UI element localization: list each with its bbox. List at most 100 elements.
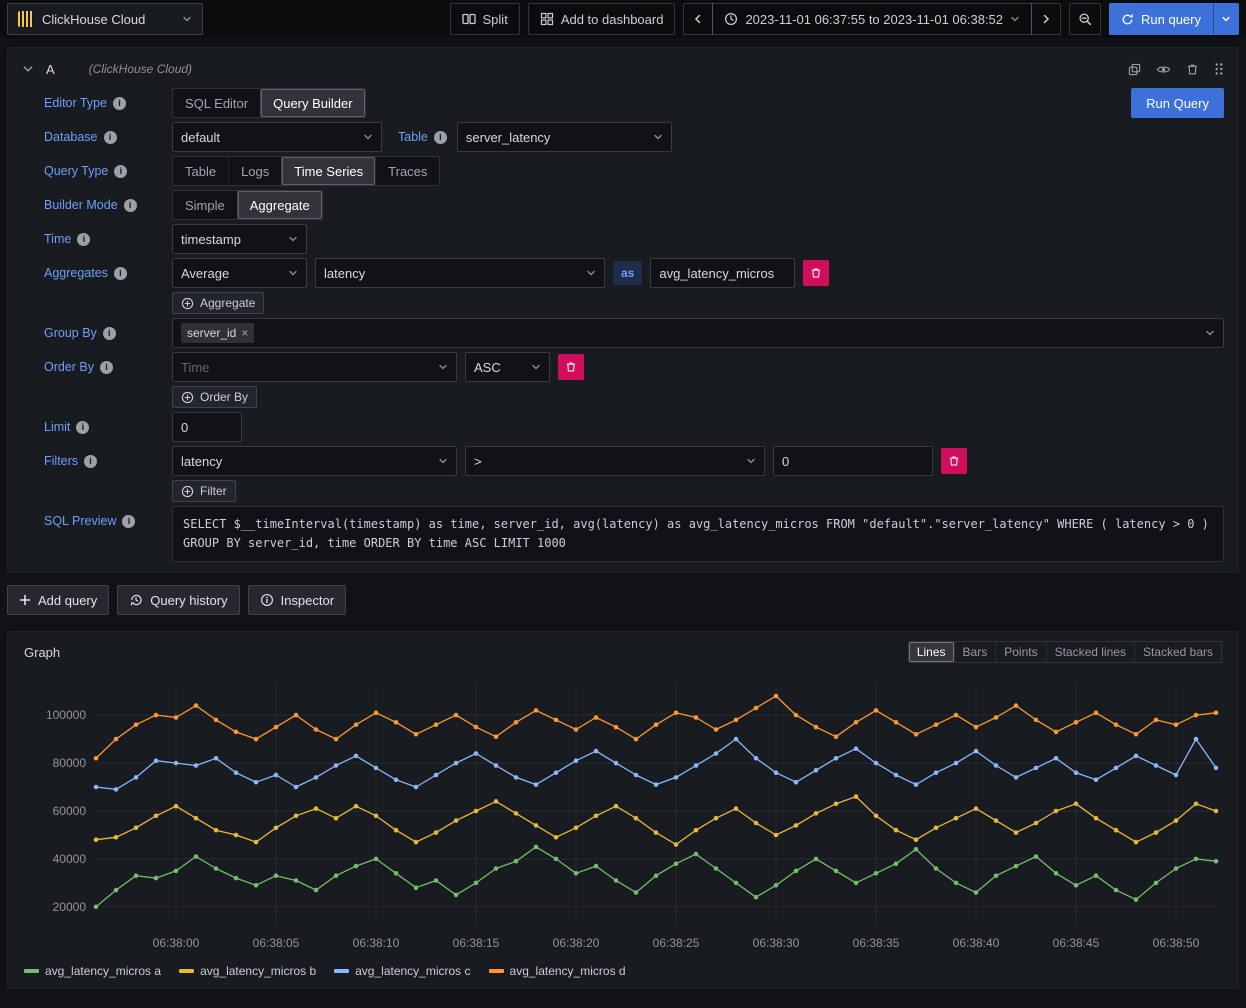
remove-filter-button[interactable] <box>941 448 967 474</box>
history-icon <box>129 593 143 607</box>
builder-mode-option-aggregate[interactable]: Aggregate <box>237 191 322 219</box>
group-by-label: Group By <box>44 326 164 340</box>
graph-style-option-stacked-lines[interactable]: Stacked lines <box>1046 642 1134 662</box>
add-filter-button[interactable]: Filter <box>172 480 236 502</box>
split-button[interactable]: Split <box>450 3 520 35</box>
add-query-button[interactable]: Add query <box>7 585 109 615</box>
group-by-select[interactable]: server_id <box>172 318 1224 348</box>
time-range-back-button[interactable] <box>683 3 713 35</box>
svg-text:06:38:30: 06:38:30 <box>753 936 800 950</box>
limit-input[interactable] <box>172 412 242 442</box>
info-icon[interactable] <box>122 515 135 528</box>
chevron-down-icon <box>288 234 298 244</box>
chevron-down-icon <box>288 268 298 278</box>
order-by-label: Order By <box>44 360 164 374</box>
info-icon[interactable] <box>100 361 113 374</box>
svg-text:20000: 20000 <box>53 900 87 914</box>
builder-mode-option-simple[interactable]: Simple <box>173 191 237 219</box>
table-select[interactable]: server_latency <box>457 122 672 152</box>
run-query-split-button: Run query <box>1109 3 1239 35</box>
info-icon[interactable] <box>114 165 127 178</box>
editor-run-query-button[interactable]: Run Query <box>1131 88 1224 118</box>
run-query-interval-dropdown[interactable] <box>1213 3 1239 35</box>
duplicate-query-button[interactable] <box>1128 63 1141 76</box>
time-range-forward-button[interactable] <box>1031 3 1061 35</box>
svg-text:06:38:20: 06:38:20 <box>553 936 600 950</box>
time-column-select[interactable]: timestamp <box>172 224 307 254</box>
aggregate-function-select[interactable]: Average <box>172 258 307 288</box>
info-icon[interactable] <box>113 97 126 110</box>
info-icon[interactable] <box>77 233 90 246</box>
info-icon[interactable] <box>114 267 127 280</box>
chevron-right-icon <box>1040 13 1052 25</box>
remove-order-by-button[interactable] <box>558 354 584 380</box>
graph-style-option-bars[interactable]: Bars <box>954 642 996 662</box>
query-row-label: A <box>46 62 55 77</box>
run-query-button[interactable]: Run query <box>1109 3 1213 35</box>
builder-mode-label: Builder Mode <box>44 198 164 212</box>
database-select[interactable]: default <box>172 122 382 152</box>
time-picker-group: 2023-11-01 06:37:55 to 2023-11-01 06:38:… <box>683 3 1061 35</box>
clock-icon <box>724 12 738 26</box>
info-icon[interactable] <box>124 199 137 212</box>
graph-panel: Graph LinesBarsPointsStacked linesStacke… <box>7 631 1239 989</box>
legend-series-name: avg_latency_micros b <box>200 964 316 978</box>
query-type-label: Query Type <box>44 164 164 178</box>
chevron-down-icon <box>438 456 448 466</box>
chevron-left-icon <box>692 13 704 25</box>
query-type-option-traces[interactable]: Traces <box>375 157 439 185</box>
order-by-column-select[interactable]: Time <box>172 352 457 382</box>
zoom-out-button[interactable] <box>1069 3 1101 35</box>
add-order-by-button[interactable]: Order By <box>172 386 257 408</box>
inspector-button[interactable]: Inspector <box>248 585 346 615</box>
aggregate-column-select[interactable]: latency <box>315 258 605 288</box>
graph-style-option-lines[interactable]: Lines <box>909 642 954 662</box>
query-history-button[interactable]: Query history <box>117 585 239 615</box>
info-icon[interactable] <box>76 421 89 434</box>
chart-legend: avg_latency_micros a avg_latency_micros b… <box>18 962 1228 984</box>
legend-item[interactable]: avg_latency_micros d <box>489 964 626 978</box>
chevron-down-icon <box>1205 328 1215 338</box>
legend-item[interactable]: avg_latency_micros a <box>24 964 161 978</box>
legend-series-name: avg_latency_micros c <box>355 964 470 978</box>
group-by-tag[interactable]: server_id <box>181 323 254 343</box>
remove-query-button[interactable] <box>1186 63 1199 76</box>
query-type-option-logs[interactable]: Logs <box>228 157 281 185</box>
svg-text:06:38:40: 06:38:40 <box>953 936 1000 950</box>
collapse-row-chevron-icon[interactable] <box>22 63 34 75</box>
add-aggregate-button[interactable]: Aggregate <box>172 292 264 314</box>
query-editor-panel: A (ClickHouse Cloud) Editor Type SQL Edi… <box>7 47 1239 573</box>
graph-style-option-stacked-bars[interactable]: Stacked bars <box>1134 642 1221 662</box>
graph-panel-title: Graph <box>24 645 60 660</box>
query-type-option-table[interactable]: Table <box>173 157 228 185</box>
sql-preview-text: SELECT $__timeInterval(timestamp) as tim… <box>172 506 1224 562</box>
svg-text:06:38:35: 06:38:35 <box>853 936 900 950</box>
order-by-direction-select[interactable]: ASC <box>465 352 550 382</box>
graph-style-selector: LinesBarsPointsStacked linesStacked bars <box>908 641 1222 663</box>
add-to-dashboard-button[interactable]: Add to dashboard <box>528 3 676 35</box>
explore-actions: Add query Query history Inspector <box>7 585 1239 615</box>
info-icon[interactable] <box>103 327 116 340</box>
info-icon[interactable] <box>84 455 97 468</box>
filter-value-input[interactable] <box>773 446 933 476</box>
filter-column-select[interactable]: latency <box>172 446 457 476</box>
editor-type-option-sql-editor[interactable]: SQL Editor <box>173 89 260 117</box>
legend-item[interactable]: avg_latency_micros b <box>179 964 316 978</box>
aggregate-alias-input[interactable] <box>650 258 795 288</box>
time-series-chart[interactable]: 2000040000600008000010000006:38:0006:38:… <box>18 670 1230 962</box>
graph-style-option-points[interactable]: Points <box>995 642 1045 662</box>
toggle-visibility-button[interactable] <box>1156 62 1171 77</box>
remove-tag-icon[interactable] <box>241 326 248 340</box>
filter-operator-select[interactable]: > <box>465 446 765 476</box>
editor-type-option-query-builder[interactable]: Query Builder <box>260 89 364 117</box>
remove-aggregate-button[interactable] <box>803 260 829 286</box>
time-range-picker-button[interactable]: 2023-11-01 06:37:55 to 2023-11-01 06:38:… <box>712 3 1032 35</box>
info-icon[interactable] <box>434 131 447 144</box>
drag-handle-icon[interactable] <box>1214 62 1224 76</box>
svg-text:80000: 80000 <box>53 756 87 770</box>
info-icon[interactable] <box>104 131 117 144</box>
datasource-picker[interactable]: ClickHouse Cloud <box>7 3 203 35</box>
plus-circle-icon <box>181 485 194 498</box>
query-type-option-time-series[interactable]: Time Series <box>281 157 375 185</box>
legend-item[interactable]: avg_latency_micros c <box>334 964 470 978</box>
